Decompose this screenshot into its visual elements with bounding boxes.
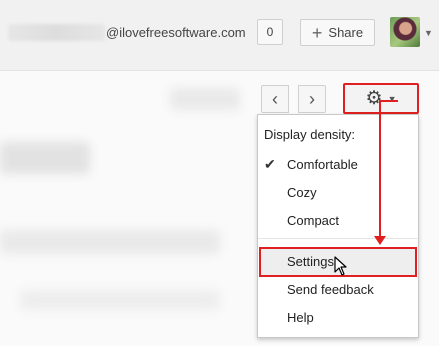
plus-icon: + [311, 22, 323, 43]
settings-dropdown-menu: Display density: ✔ Comfortable Cozy Comp… [257, 114, 419, 338]
previous-button[interactable]: ‹ [261, 85, 289, 113]
blurred-content [0, 230, 220, 254]
menu-item-compact[interactable]: Compact [287, 213, 339, 228]
menu-item-send-feedback[interactable]: Send feedback [287, 282, 374, 297]
blurred-content [170, 88, 240, 110]
annotation-arrow [381, 100, 398, 102]
menu-item-comfortable[interactable]: Comfortable [287, 157, 358, 172]
notification-count-button[interactable]: 0 [257, 19, 283, 45]
menu-item-settings[interactable]: Settings [287, 254, 334, 269]
top-bar: @ilovefreesoftware.com 0 + Share ▼ [0, 0, 439, 71]
blurred-content [0, 142, 90, 174]
next-button[interactable]: › [298, 85, 326, 113]
cursor-icon [334, 256, 347, 276]
email-username-redacted [8, 24, 105, 41]
share-button[interactable]: + Share [300, 19, 375, 46]
annotation-arrow [379, 100, 381, 236]
menu-item-help[interactable]: Help [287, 310, 314, 325]
chevron-right-icon: › [309, 88, 315, 109]
avatar[interactable] [390, 17, 420, 47]
settings-gear-button[interactable]: ⚙ ▼ [343, 83, 419, 114]
annotation-arrow-head [374, 236, 386, 245]
display-density-heading: Display density: [264, 127, 356, 142]
blurred-content [20, 290, 220, 310]
chevron-left-icon: ‹ [272, 88, 278, 109]
share-label: Share [328, 25, 364, 40]
caret-down-icon: ▼ [387, 93, 397, 104]
caret-down-icon[interactable]: ▼ [424, 28, 433, 38]
menu-item-cozy[interactable]: Cozy [287, 185, 317, 200]
menu-separator [258, 238, 418, 239]
account-email[interactable]: @ilovefreesoftware.com [106, 25, 246, 40]
checkmark-icon: ✔ [264, 156, 276, 172]
